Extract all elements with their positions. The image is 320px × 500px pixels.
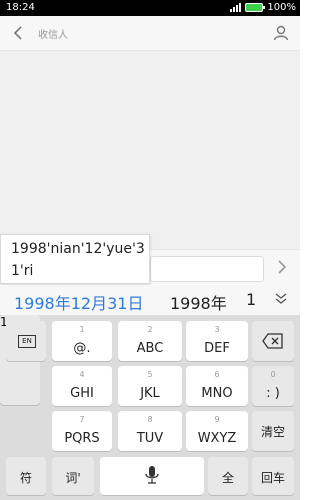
key-8-num: 8 <box>147 415 153 424</box>
key-7-num: 7 <box>79 415 85 424</box>
key-9-num: 9 <box>214 415 220 424</box>
backspace-key[interactable] <box>252 321 294 361</box>
language-switch-key[interactable]: EN <box>6 321 46 361</box>
punctuation-label: : ) <box>266 386 280 401</box>
key-4-num: 4 <box>79 370 85 379</box>
key-6-num: 6 <box>214 370 220 379</box>
separator-key[interactable]: 词' <box>52 457 94 495</box>
key-9[interactable]: 9 WXYZ <box>186 411 248 451</box>
fullwidth-key[interactable]: 全 <box>208 457 248 495</box>
status-time: 18:24 <box>6 2 35 13</box>
key-4-label: GHI <box>70 386 94 401</box>
key-6[interactable]: 6 MNO <box>186 366 248 406</box>
recipient-label[interactable]: 收信人 <box>38 26 68 41</box>
key-1-label: @. <box>73 341 91 356</box>
key-1-num: 1 <box>79 325 85 334</box>
separator-label: 词' <box>65 471 81 485</box>
key-2-label: ABC <box>136 341 164 356</box>
key-8-label: TUV <box>136 431 164 446</box>
key-2[interactable]: 2 ABC <box>118 321 182 361</box>
space-voice-key[interactable] <box>100 457 204 495</box>
punctuation-key[interactable]: 0 : ) <box>252 366 294 406</box>
battery-percent: 100% <box>267 2 296 13</box>
header: 收信人 <box>0 16 300 51</box>
composing-text-popup: 1998'nian'12'yue'31'ri <box>0 234 150 284</box>
contact-icon[interactable] <box>272 24 290 42</box>
expand-candidates-icon[interactable] <box>274 292 288 306</box>
key-5-num: 5 <box>147 370 153 379</box>
key-3-num: 3 <box>214 325 220 334</box>
symbol-label: 符 <box>19 471 32 485</box>
symbol-key[interactable]: 符 <box>6 457 46 495</box>
status-right: 100% <box>230 2 296 13</box>
candidate-1[interactable]: 1998年12月31日 <box>14 290 143 314</box>
key-2-num: 2 <box>147 325 153 334</box>
key-5[interactable]: 5 JKL <box>118 366 182 406</box>
key-4[interactable]: 4 GHI <box>52 366 112 406</box>
candidate-bar: 1998年12月31日 1998年 1 <box>0 285 300 316</box>
clear-label: 清空 <box>260 425 285 439</box>
key-8[interactable]: 8 TUV <box>118 411 182 451</box>
microphone-icon <box>145 466 159 484</box>
key-3[interactable]: 3 DEF <box>186 321 248 361</box>
back-icon[interactable] <box>10 24 28 42</box>
fullwidth-label: 全 <box>221 471 234 485</box>
keyboard: EN 1 1 @. 2 ABC 3 DEF 4 GHI 5 JKL 6 MNO … <box>0 315 300 500</box>
key-3-label: DEF <box>204 341 230 356</box>
signal-icon <box>230 3 242 12</box>
message-thread <box>0 51 300 249</box>
candidate-3[interactable]: 1 <box>246 290 256 309</box>
send-icon[interactable] <box>274 259 290 275</box>
message-input[interactable] <box>150 256 264 282</box>
key-5-label: JKL <box>140 386 160 401</box>
clear-key[interactable]: 清空 <box>252 411 294 451</box>
battery-icon <box>245 3 266 12</box>
key-6-label: MNO <box>201 386 233 401</box>
key-7[interactable]: 7 PQRS <box>52 411 112 451</box>
punctuation-num: 0 <box>270 370 276 379</box>
key-9-label: WXYZ <box>197 431 237 446</box>
status-bar: 18:24 100% <box>0 0 300 16</box>
key-7-label: PQRS <box>64 431 100 446</box>
en-label: EN <box>18 335 36 348</box>
backspace-icon <box>262 333 283 349</box>
enter-label: 回车 <box>260 471 285 485</box>
candidate-2[interactable]: 1998年 <box>170 290 227 314</box>
key-1[interactable]: 1 @. <box>52 321 112 361</box>
enter-key[interactable]: 回车 <box>252 457 294 495</box>
